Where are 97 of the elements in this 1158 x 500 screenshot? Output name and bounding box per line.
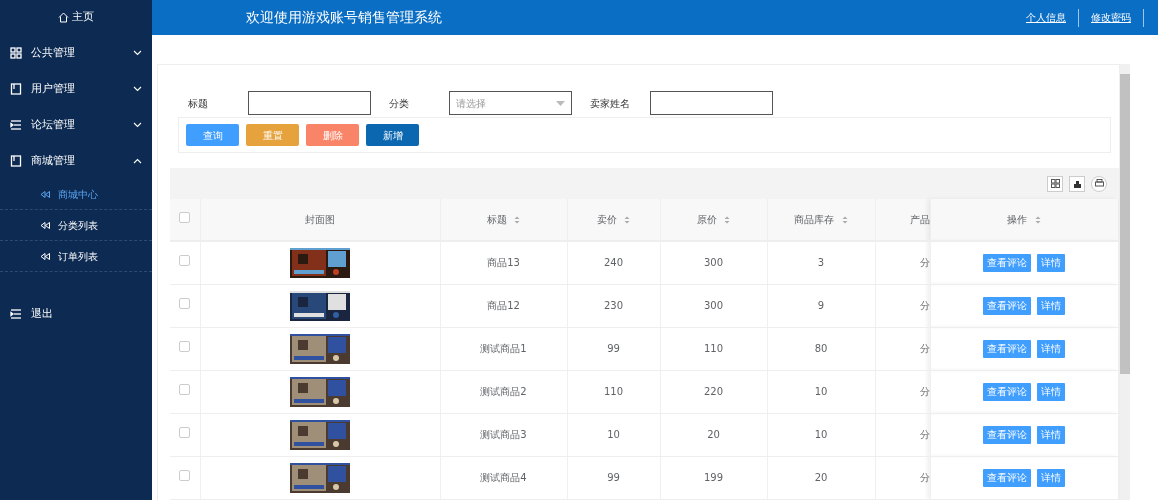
table-cell: 分 [919,429,929,440]
table-cell: 3 [817,257,825,269]
table-cell: 300 [703,257,724,269]
table-cell: 商品12 [487,300,520,311]
scrollbar[interactable] [1120,64,1130,500]
select-all-checkbox[interactable] [179,212,191,223]
header-link[interactable]: 个人信息 [1014,8,1079,27]
home-link[interactable]: 主页 [0,0,152,35]
print-button[interactable] [1091,175,1107,192]
submenu-item[interactable]: 订单列表 [0,241,152,272]
comments-button[interactable]: 查看评论 [983,296,1031,315]
list-icon [10,119,22,131]
table-cell: 80 [814,343,828,354]
submenu-item[interactable]: 分类列表 [0,210,152,241]
column-header[interactable]: 标题 [486,214,507,225]
table-cell: 分 [919,257,929,269]
chevron-down-icon [133,86,142,92]
query-button[interactable]: 查询 [186,124,239,146]
table-cell: 测试商品2 [480,386,527,397]
table-cell: 220 [703,386,724,397]
table-cell: 20 [707,429,720,440]
print-icon [1094,179,1104,188]
select-field[interactable]: 请选择 [449,91,572,115]
table-cell: 10 [814,429,828,440]
table-cell: 230 [603,300,624,311]
menu-item[interactable]: 公共管理 [0,35,152,71]
export-icon [1072,179,1082,188]
details-button[interactable]: 详情 [1037,339,1065,358]
export-button[interactable] [1069,175,1085,192]
page-title: 欢迎使用游戏账号销售管理系统 [246,8,443,27]
double-arrow-icon [40,221,50,229]
table-cell: 10 [814,386,828,397]
menu-item[interactable]: 退出 [0,296,152,332]
row-checkbox[interactable] [179,341,191,352]
table-cell: 199 [703,472,724,483]
double-arrow-icon [40,190,50,198]
table-cell: 10 [607,429,620,440]
book-icon [10,155,22,167]
details-button[interactable]: 详情 [1037,425,1065,444]
table-cell: 9 [817,300,825,311]
home-icon [58,12,69,23]
input-field[interactable] [650,91,773,115]
input-field[interactable] [248,91,371,115]
table-cell: 分 [919,343,929,354]
chevron-up-icon [133,158,142,164]
table-cell: 商品13 [487,257,520,269]
table-cell: 20 [814,472,828,483]
row-checkbox[interactable] [179,427,191,438]
details-button[interactable]: 详情 [1037,382,1065,401]
list-icon [10,308,22,320]
comments-button[interactable]: 查看评论 [983,425,1031,444]
table-cell: 测试商品1 [480,343,527,354]
comments-button[interactable]: 查看评论 [983,253,1031,272]
table-cell: 110 [603,386,624,397]
table-cell: 分 [919,300,929,311]
table-cell: 分 [919,472,929,483]
chevron-down-icon [133,122,142,128]
table-cell: 分 [919,386,929,397]
submenu-item[interactable]: 商城中心 [0,179,152,210]
table-cell: 300 [703,300,724,311]
column-header: 产品 [909,214,929,225]
row-checkbox[interactable] [179,384,191,395]
column-header[interactable]: 操作 [1007,214,1028,225]
menu-item[interactable]: 用户管理 [0,71,152,107]
comments-button[interactable]: 查看评论 [983,382,1031,401]
column-header[interactable]: 卖价 [596,214,617,225]
field-label: 卖家姓名 [590,96,631,111]
row-checkbox[interactable] [179,255,191,267]
add-button[interactable]: 新增 [366,124,419,146]
grid-icon [10,47,22,59]
row-checkbox[interactable] [179,470,191,481]
columns-icon [1050,179,1060,188]
comments-button[interactable]: 查看评论 [983,339,1031,358]
chevron-down-icon [133,50,142,56]
table-cell: 240 [603,257,624,269]
caret-icon [556,100,565,106]
column-header: 封面图 [305,214,335,225]
table-cell: 110 [703,343,724,354]
comments-button[interactable]: 查看评论 [983,468,1031,487]
field-label: 标题 [188,96,209,111]
column-header[interactable]: 商品库存 [794,214,835,225]
book-icon [10,83,22,95]
details-button[interactable]: 详情 [1037,296,1065,315]
menu-item[interactable]: 商城管理 [0,143,152,179]
double-arrow-icon [40,252,50,260]
table-cell: 99 [607,472,620,483]
table-cell: 测试商品4 [480,472,527,483]
table-cell: 99 [607,343,620,354]
columns-button[interactable] [1047,175,1063,192]
details-button[interactable]: 详情 [1037,253,1065,272]
row-checkbox[interactable] [179,298,191,309]
table-cell: 测试商品3 [480,429,527,440]
menu-item[interactable]: 论坛管理 [0,107,152,143]
column-header[interactable]: 原价 [696,214,717,225]
header-link[interactable]: 修改密码 [1079,8,1144,27]
details-button[interactable]: 详情 [1037,468,1065,487]
field-label: 分类 [389,96,410,111]
